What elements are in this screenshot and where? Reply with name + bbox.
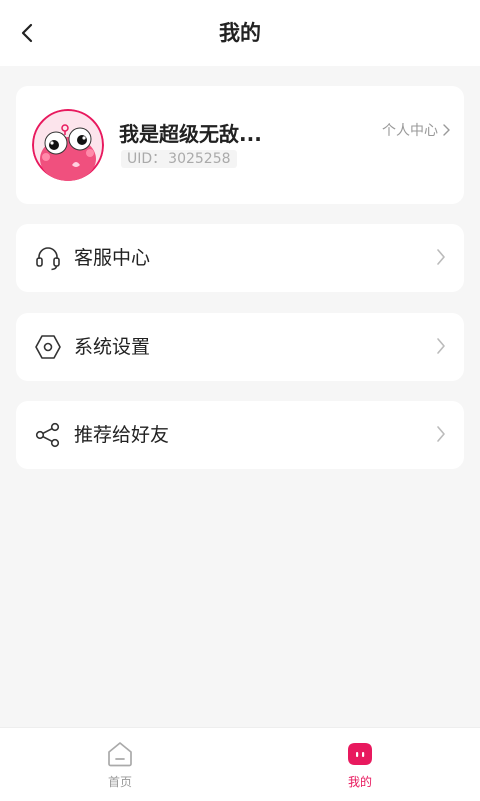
- personal-center-link[interactable]: 个人中心: [382, 120, 450, 140]
- top-bar: 我的: [0, 0, 480, 66]
- username: 我是超级无敌...: [119, 122, 262, 146]
- settings-hexagon-icon: [35, 335, 61, 359]
- headset-icon: [36, 247, 60, 271]
- menu-item-share-friends[interactable]: 推荐给好友: [16, 401, 464, 469]
- tab-label: 我的: [347, 775, 372, 789]
- back-button[interactable]: [12, 18, 42, 48]
- avatar-image: [32, 109, 104, 181]
- chevron-right-icon: [437, 426, 445, 442]
- avatar[interactable]: [32, 109, 104, 181]
- page-title: 我的: [219, 21, 261, 45]
- chevron-left-icon: [21, 23, 33, 43]
- share-icon: [35, 422, 60, 448]
- uid-badge: UID： 3025258: [121, 150, 237, 168]
- bottom-tab-bar: 首页 我的: [0, 727, 480, 801]
- menu-label: 推荐给好友: [74, 424, 170, 446]
- profile-card[interactable]: 我是超级无敌... UID： 3025258 个人中心: [16, 86, 464, 204]
- menu-label: 客服中心: [74, 247, 151, 269]
- menu-label: 系统设置: [74, 336, 151, 358]
- tab-mine[interactable]: 我的: [310, 728, 410, 801]
- chevron-right-icon: [437, 338, 445, 354]
- home-icon: [108, 742, 132, 767]
- personal-center-label: 个人中心: [382, 123, 438, 139]
- chevron-right-icon: [443, 124, 450, 136]
- chevron-right-icon: [437, 249, 445, 265]
- uid-label: UID：: [127, 151, 167, 167]
- mine-icon: [348, 743, 372, 765]
- uid-value: 3025258: [168, 151, 231, 167]
- menu-item-customer-service[interactable]: 客服中心: [16, 224, 464, 292]
- tab-label: 首页: [107, 775, 132, 789]
- menu-item-system-settings[interactable]: 系统设置: [16, 313, 464, 381]
- tab-home[interactable]: 首页: [70, 728, 170, 801]
